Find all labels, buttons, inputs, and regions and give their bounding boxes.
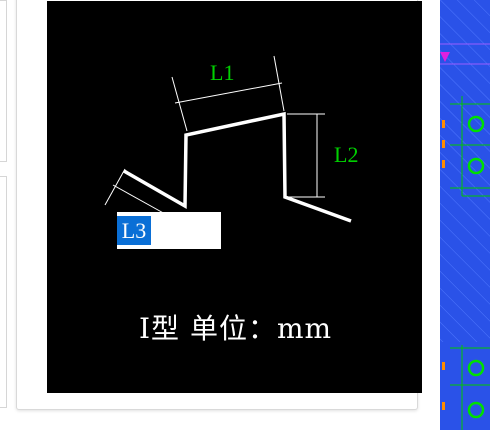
cad-white-band [440, 342, 490, 430]
cad-small-mark [442, 140, 445, 148]
l1-dimension-label: L1 [210, 60, 235, 85]
cad-small-mark [442, 402, 445, 410]
l1-extension-line-left [171, 76, 188, 132]
cad-drawing-strip[interactable] [440, 0, 490, 430]
l3-edit-field[interactable]: L3 [117, 212, 221, 249]
l2-dimension-label: L2 [334, 142, 359, 167]
l3-dimension-label: L3 [117, 216, 151, 245]
l3-extension-line [104, 168, 126, 206]
shape-preview-canvas: L1 L2 L3 I型 单位：mm [47, 1, 422, 393]
left-panel-bottom [0, 176, 7, 408]
cad-small-mark [442, 120, 445, 128]
cad-small-mark [442, 362, 445, 370]
shape-caption: I型 单位：mm [139, 312, 333, 345]
cad-small-mark [442, 160, 445, 168]
left-panel-top [0, 0, 7, 162]
l1-dimension-line [174, 82, 283, 104]
cad-drawing [440, 0, 490, 430]
shape-preview-card: L1 L2 L3 I型 单位：mm [16, 0, 422, 410]
